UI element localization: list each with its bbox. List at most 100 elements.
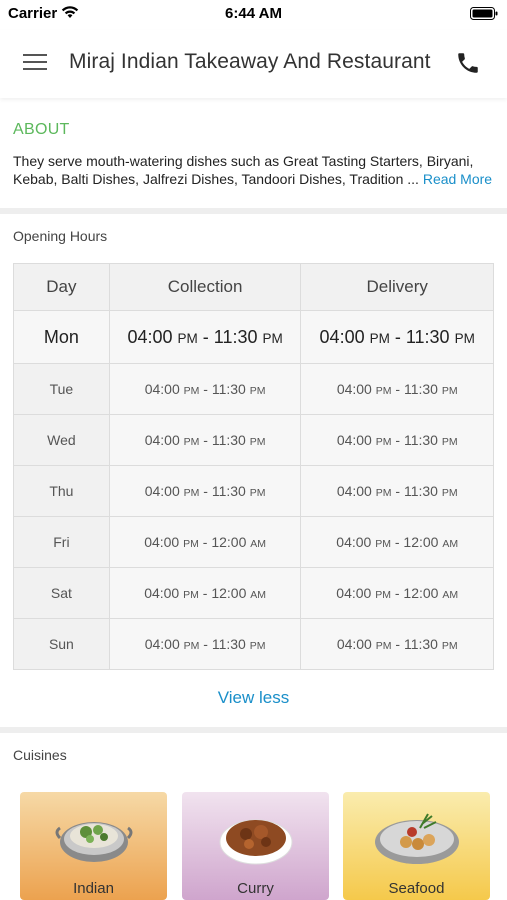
collection-end: 11:30 [211,432,246,448]
table-row: Fri 04:00 PM - 12:00 AM 04:00 PM - 12:00 A… [13,516,494,568]
collection-hours-cell: 04:00 PM - 11:30 PM [108,414,302,466]
collection-end-ampm: PM [249,385,266,397]
delivery-start-ampm: PM [375,436,392,448]
table-row: Mon 04:00 PM - 11:30 PM 04:00 PM - 11:30 P… [13,310,494,364]
curry-dish-icon [219,819,292,865]
collection-end-ampm: PM [249,640,266,652]
about-title: ABOUT [13,121,70,138]
table-row: Wed 04:00 PM - 11:30 PM 04:00 PM - 11:30 P… [13,414,494,466]
collection-start: 04:00 [144,585,180,601]
delivery-hours-cell: 04:00 PM - 12:00 AM [300,567,494,619]
collection-start-ampm: PM [183,436,200,448]
delivery-hours-cell: 04:00 PM - 11:30 PM [300,465,494,517]
collection-hours-cell: 04:00 PM - 11:30 PM [108,618,302,670]
table-header-row: Day Collection Delivery [13,263,494,311]
delivery-start: 04:00 [319,326,365,347]
delivery-start: 04:00 [336,483,372,499]
collection-start-ampm: PM [177,330,198,346]
day-cell: Thu [13,465,110,517]
delivery-end-ampm: PM [441,385,458,397]
collection-end: 11:30 [211,381,246,397]
read-more-link[interactable]: Read More [423,171,492,187]
delivery-start-ampm: PM [369,330,390,346]
collection-end: 11:30 [211,483,246,499]
collection-start: 04:00 [144,636,180,652]
about-section: ABOUT They serve mouth-watering dishes s… [0,108,507,208]
table-row: Sat 04:00 PM - 12:00 AM 04:00 PM - 12:00 A… [13,567,494,619]
cuisine-name: Indian [73,880,114,897]
collection-start: 04:00 [144,483,180,499]
status-bar: Carrier 6:44 AM [0,0,507,30]
delivery-end-ampm: AM [442,538,459,550]
collection-start-ampm: PM [183,538,199,550]
collection-hours-cell: 04:00 PM - 11:30 PM [108,363,302,415]
day-cell: Tue [13,363,110,415]
cuisine-card-seafood[interactable]: Seafood [343,792,490,900]
day-cell: Fri [13,516,110,568]
cuisine-card-curry[interactable]: Curry [182,792,329,900]
collection-end: 11:30 [213,326,258,347]
collection-end-ampm: AM [250,589,267,601]
collection-hours-cell: 04:00 PM - 11:30 PM [108,465,302,517]
collection-hours-cell: 04:00 PM - 12:00 AM [108,567,302,619]
opening-hours-label: Opening Hours [13,228,108,244]
delivery-end: 11:30 [403,381,438,397]
table-row: Thu 04:00 PM - 11:30 PM 04:00 PM - 11:30 P… [13,465,494,517]
collection-end-ampm: PM [249,487,266,499]
cuisine-card-indian[interactable]: Indian [20,792,167,900]
opening-hours-table: Day Collection Delivery Mon 04:00 PM - 11… [13,263,494,670]
delivery-hours-cell: 04:00 PM - 11:30 PM [300,310,494,364]
header-delivery: Delivery [300,263,494,311]
day-cell: Wed [13,414,110,466]
battery-icon [470,7,498,20]
collection-start: 04:00 [144,432,180,448]
delivery-start-ampm: PM [375,487,392,499]
table-row: Tue 04:00 PM - 11:30 PM 04:00 PM - 11:30 P… [13,363,494,415]
collection-start-ampm: PM [183,640,200,652]
collection-end-ampm: AM [250,538,267,550]
about-description: They serve mouth-watering dishes such as… [13,153,474,187]
indian-dish-icon [55,822,132,862]
day-cell: Sat [13,567,110,619]
collection-start: 04:00 [144,534,180,550]
delivery-end: 11:30 [405,326,450,347]
header-collection: Collection [108,263,302,311]
delivery-start: 04:00 [336,381,372,397]
seafood-dish-icon [374,813,459,864]
collection-start-ampm: PM [183,385,200,397]
collection-start: 04:00 [144,381,180,397]
delivery-hours-cell: 04:00 PM - 11:30 PM [300,363,494,415]
delivery-hours-cell: 04:00 PM - 11:30 PM [300,618,494,670]
app-header: Miraj Indian Takeaway And Restaurant [0,30,507,98]
clock: 6:44 AM [225,5,282,22]
day-cell: Mon [13,310,110,364]
delivery-start-ampm: PM [375,385,392,397]
table-row: Sun 04:00 PM - 11:30 PM 04:00 PM - 11:30 P… [13,618,494,670]
delivery-start: 04:00 [336,636,372,652]
collection-start: 04:00 [127,326,173,347]
cuisines-label: Cuisines [13,747,67,763]
delivery-end-ampm: PM [441,487,458,499]
delivery-end: 11:30 [403,636,438,652]
about-text: They serve mouth-watering dishes such as… [13,152,499,188]
delivery-start: 04:00 [336,585,372,601]
delivery-start-ampm: PM [375,640,392,652]
day-cell: Sun [13,618,110,670]
phone-icon[interactable] [455,50,481,76]
page-title: Miraj Indian Takeaway And Restaurant [69,50,431,73]
cuisine-name: Seafood [388,880,445,897]
delivery-end-ampm: PM [454,330,475,346]
collection-end-ampm: PM [249,436,266,448]
collection-start-ampm: PM [183,487,200,499]
divider [0,208,507,214]
collection-start-ampm: PM [183,589,199,601]
divider [0,727,507,733]
delivery-start: 04:00 [336,534,372,550]
view-less-link[interactable]: View less [0,688,507,708]
delivery-start: 04:00 [336,432,372,448]
collection-end: 11:30 [211,636,246,652]
collection-hours-cell: 04:00 PM - 11:30 PM [108,310,302,364]
collection-end: 12:00 [211,585,247,601]
collection-hours-cell: 04:00 PM - 12:00 AM [108,516,302,568]
menu-icon[interactable] [22,52,48,72]
